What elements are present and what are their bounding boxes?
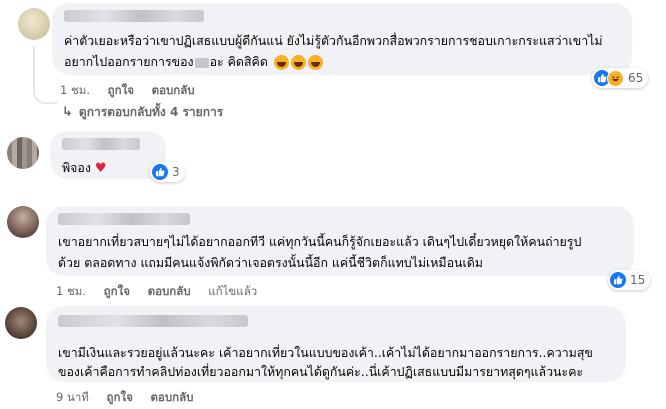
avatar[interactable] [18,8,50,40]
avatar[interactable] [7,206,39,238]
comment-actions: 9 นาที ถูกใจ ตอบกลับ [56,389,207,407]
haha-reaction-icon [607,69,624,87]
reaction-count: 3 [172,165,180,179]
comment-text-line: ค่าตัวเยอะหรือว่าเขาปฏิเสธแบบผู้ดีกันแน่… [64,33,603,48]
like-reaction-icon [152,164,168,180]
reaction-count: 65 [628,71,644,85]
edited-label[interactable]: แก้ไขแล้ว [208,284,257,298]
red-heart-icon: ♥ [94,161,107,176]
reply-button[interactable]: ตอบกลับ [150,390,193,404]
comment-bubble: เขาอยากเที่ยวสบายๆไม่ได้อยากออกทีวี แค่ท… [46,206,634,276]
reply-button[interactable]: ตอบกลับ [152,83,195,97]
avatar[interactable] [5,307,37,339]
comment-time[interactable]: 9 นาที [56,390,89,404]
like-button[interactable]: ถูกใจ [104,284,130,298]
laughing-emoji-icon [307,55,323,70]
reaction-summary[interactable]: 65 [592,68,649,88]
reply-thread-line [33,46,35,88]
comment-text-line: เขาอยากเที่ยวสบายๆไม่ได้อยากออกทีวี แค่ท… [58,234,582,249]
like-button[interactable]: ถูกใจ [107,390,133,404]
comment-actions: 1 ชม. ถูกใจ ตอบกลับ [60,82,209,100]
reaction-summary[interactable]: 3 [150,162,185,182]
like-reaction-icon [610,272,626,288]
comment-text-line: พิจอง ♥ [62,160,107,176]
comment-bubble: พิจอง ♥ [50,131,166,179]
avatar[interactable] [7,137,39,169]
laughing-emoji-icon [290,55,306,70]
view-replies-link[interactable]: ↳ ดูการตอบกลับทั้ง 4 รายการ [62,103,223,122]
comment-time[interactable]: 1 ชม. [60,83,90,97]
comment-text-line: ด้วย ตลอดทาง แถมมีคนแจ้งพิกัดว่าเจอตรงนั… [58,255,483,270]
redacted-text [194,57,209,68]
author-name-redacted[interactable] [58,213,190,225]
comment-text-line: เขามีเงินและรวยอยู่แล้วนะคะ เค้าอยากเที่… [58,345,593,360]
reply-thread-connector [33,86,57,104]
comment-text-line: อยากไปออกรายการของ อะ คิดสิคิด [64,51,323,72]
comment-bubble: เขามีเงินและรวยอยู่แล้วนะคะ เค้าอยากเที่… [46,306,626,382]
reaction-count: 15 [630,273,646,287]
comment-bubble: ค่าตัวเยอะหรือว่าเขาปฏิเสธแบบผู้ดีกันแน่… [52,3,632,75]
comment-text-line: ของเค้าคือการทำคลิปท่องเที่ยวออกมาให้ทุก… [58,364,584,379]
laughing-emoji-icon [273,55,289,70]
comment-time[interactable]: 1 ชม. [56,284,86,298]
author-name-redacted[interactable] [58,315,248,327]
view-replies-label: ดูการตอบกลับทั้ง 4 รายการ [78,105,224,119]
author-name-redacted[interactable] [64,10,204,22]
reply-arrow-icon: ↳ [62,105,73,120]
reply-button[interactable]: ตอบกลับ [148,284,191,298]
like-button[interactable]: ถูกใจ [108,83,134,97]
comment-actions: 1 ชม. ถูกใจ ตอบกลับ แก้ไขแล้ว [56,283,271,301]
reaction-summary[interactable]: 15 [608,270,651,290]
author-name-redacted[interactable] [62,138,140,150]
